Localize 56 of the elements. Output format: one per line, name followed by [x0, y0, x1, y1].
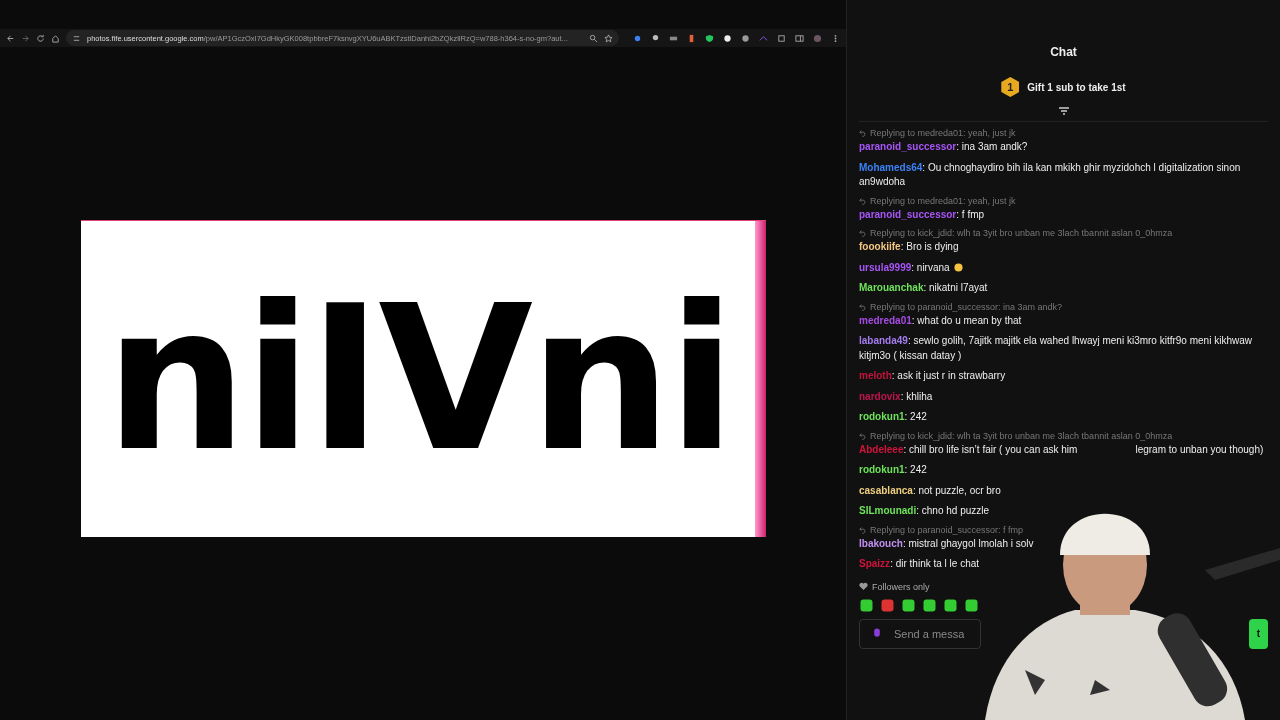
reply-context: Replying to kick_jdid: wlh ta 3yit bro unban me 3lach tbannit aslan 0_0hmza: [870, 228, 1173, 238]
reply-context: Replying to medreda01: yeah, just jk: [870, 128, 1016, 138]
chat-message: medreda01: what do u mean by that: [859, 313, 1023, 328]
chat-message: Spaizz: dir think ta l le chat: [859, 557, 981, 571]
chat-message: casablanca: not puzzle, ocr bro: [859, 483, 1002, 498]
site-info-icon[interactable]: [72, 33, 81, 43]
chat-message: Mohameds64: Ou chnoghaydiro bih ila kan mkikh ghir myzidohch l digitalization sinon an9wdoha: [859, 160, 1242, 189]
send-button[interactable]: t: [1248, 618, 1268, 649]
gift-label[interactable]: Gift 1 sub to take 1st: [1027, 81, 1126, 93]
forward-icon[interactable]: [21, 33, 30, 43]
chat-message: Marouanchak: nikatni l7ayat: [859, 281, 989, 295]
puzzle-icon[interactable]: [777, 33, 786, 43]
reply-context: Replying to paranoid_successor: ina 3am andk?: [870, 301, 1063, 312]
chat-message: foookiife: Bro is dying: [859, 240, 960, 254]
star-icon[interactable]: [604, 33, 613, 43]
chat-message: Ibakouch: mistral ghaygol lmolah i solv: [859, 536, 1035, 551]
reply-icon: [859, 196, 867, 205]
zoom-icon[interactable]: [589, 33, 598, 43]
emote-icon[interactable]: [922, 597, 937, 613]
chat-message: legram to unban you though): [1135, 443, 1264, 455]
chat-message: paranoid_successor: ina 3am andk?: [859, 140, 1029, 154]
back-icon[interactable]: [6, 33, 15, 43]
chat-message: SILmounadi: chno hd puzzle: [859, 504, 991, 518]
emote-icon[interactable]: [859, 597, 874, 613]
filter-icon[interactable]: [1057, 107, 1070, 117]
chat-mode-label: Followers only: [872, 581, 930, 592]
chat-message: ursula9999: nirvana: [859, 260, 1268, 275]
heart-icon: [859, 582, 868, 591]
reply-context: Replying to paranoid_successor: f fmp: [870, 524, 1024, 535]
message-input[interactable]: Send a messa: [859, 618, 981, 649]
emote-icon[interactable]: [964, 597, 979, 613]
reply-icon: [859, 229, 867, 237]
chat-message: paranoid_successor: f fmp: [859, 207, 986, 222]
reload-icon[interactable]: [36, 33, 45, 43]
reply-icon: [859, 129, 867, 137]
reply-icon: [859, 525, 867, 534]
chat-message: nardovix: khliha: [859, 389, 934, 404]
reply-icon: [859, 302, 867, 311]
emote-icon[interactable]: [901, 597, 916, 613]
chat-message: rodokun1: 242: [859, 463, 928, 477]
reply-context: Replying to kick_jdid: wlh ta 3yit bro unban me 3lach tbannit aslan 0_0hmza: [870, 430, 1173, 441]
sidebar-icon[interactable]: [795, 33, 804, 43]
chat-message: Abdeleee: chill bro life isn’t fair ( you can ask him legram to unban you though): [859, 442, 1265, 457]
chat-title: Chat: [1049, 45, 1078, 59]
shield-icon[interactable]: [705, 33, 714, 43]
avatar-icon[interactable]: [813, 33, 822, 43]
home-icon[interactable]: [51, 33, 60, 43]
emote-icon[interactable]: [880, 597, 895, 613]
rank-badge: 1: [1001, 77, 1020, 97]
reply-context: Replying to medreda01: yeah, just jk: [870, 195, 1016, 206]
chat-message: meloth: ask it just r in strawbarry: [859, 369, 1007, 383]
reply-icon: [859, 431, 867, 440]
chat-message: labanda49: sewlo golih, 7ajitk majitk ela wahed lhwayj meni ki3mro kitfr9o meni kikhwaw kitjm3o ( kissan datay ): [859, 334, 1253, 363]
chat-message: rodokun1: 242: [859, 410, 928, 424]
emote-icon[interactable]: [943, 597, 958, 613]
captcha-text: niIVni: [105, 279, 733, 479]
